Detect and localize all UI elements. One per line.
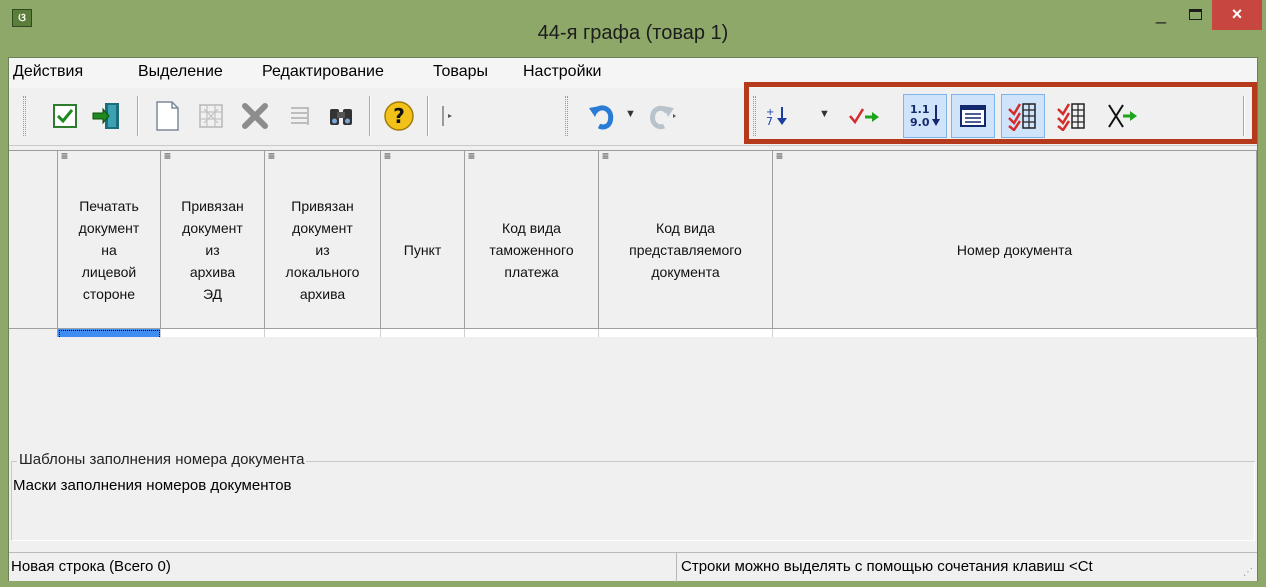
redo-button[interactable] xyxy=(641,94,681,138)
column-header-item[interactable]: ≡ Пункт xyxy=(381,149,465,329)
column-header-document-code[interactable]: ≡ Код вида представляемого документа xyxy=(599,149,773,329)
resize-grip-icon[interactable]: ⋰ xyxy=(1243,567,1255,579)
grid-button[interactable] xyxy=(191,94,231,138)
toolbar-separator xyxy=(137,96,139,136)
column-header-local-archive[interactable]: ≡ Привязан документ из локального архива xyxy=(265,149,381,329)
undo-icon xyxy=(589,105,614,130)
find-button[interactable] xyxy=(321,94,361,138)
list-button[interactable] xyxy=(279,94,319,138)
column-menu-icon[interactable]: ≡ xyxy=(776,149,783,163)
checkmark-icon xyxy=(53,104,77,128)
column-menu-icon[interactable]: ≡ xyxy=(164,149,171,163)
column-header-label: Номер документа xyxy=(956,241,1073,258)
menu-actions[interactable]: Действия xyxy=(13,63,83,81)
column-header-payment-code[interactable]: ≡ Код вида таможенного платежа xyxy=(465,149,599,329)
column-header-label: Печатать документ на лицевой стороне xyxy=(78,197,140,302)
delete-button[interactable] xyxy=(235,94,275,138)
new-document-button[interactable] xyxy=(147,94,187,138)
minimize-button[interactable]: _ xyxy=(1144,0,1178,30)
maximize-button[interactable] xyxy=(1178,0,1212,30)
column-header-label: Привязан документ из архива ЭД xyxy=(181,197,244,302)
column-menu-icon[interactable]: ≡ xyxy=(384,149,391,163)
close-button[interactable]: × xyxy=(1212,0,1262,30)
toolbar-separator xyxy=(369,96,371,136)
main-window: ଓ 44-я графа (товар 1) _ × Действия Выде… xyxy=(0,0,1266,587)
column-header-label: Пункт xyxy=(403,241,442,258)
highlight-frame xyxy=(744,82,1257,144)
column-menu-icon[interactable]: ≡ xyxy=(61,149,68,163)
templates-frame xyxy=(11,461,1255,541)
help-button[interactable]: ? xyxy=(377,94,421,138)
binoculars-icon xyxy=(330,109,352,125)
column-menu-icon[interactable]: ≡ xyxy=(468,149,475,163)
delete-x-icon xyxy=(242,103,268,129)
menu-selection[interactable]: Выделение xyxy=(138,63,223,81)
client-area: Действия Выделение Редактирование Товары… xyxy=(8,57,1258,582)
exit-door-icon xyxy=(92,103,119,129)
disabled-bar-icon xyxy=(442,106,452,126)
column-header-document-number[interactable]: ≡ Номер документа xyxy=(773,149,1257,329)
status-bar: Новая строка (Всего 0) Строки можно выде… xyxy=(9,552,1257,582)
menu-settings[interactable]: Настройки xyxy=(523,63,601,81)
templates-masks-label[interactable]: Маски заполнения номеров документов xyxy=(13,477,292,494)
column-header-label: Привязан документ из локального архива xyxy=(285,197,360,302)
toolbar-separator xyxy=(427,96,429,136)
undo-button[interactable] xyxy=(583,94,621,138)
disabled-grid-icon xyxy=(199,104,223,128)
column-menu-icon[interactable]: ≡ xyxy=(602,149,609,163)
menu-editing[interactable]: Редактирование xyxy=(262,63,384,81)
window-title: 44-я графа (товар 1) xyxy=(537,22,729,44)
title-bar[interactable]: ଓ 44-я графа (товар 1) _ × xyxy=(0,0,1266,57)
status-hint: Строки можно выделять с помощью сочетани… xyxy=(681,558,1093,575)
toolbar-grip[interactable] xyxy=(23,96,26,136)
column-menu-icon[interactable]: ≡ xyxy=(268,149,275,163)
column-header-label: Код вида представляемого документа xyxy=(629,219,742,280)
column-header-print[interactable]: ≡ Печатать документ на лицевой стороне xyxy=(58,149,161,329)
templates-title: Шаблоны заполнения номера документа xyxy=(17,451,307,468)
column-button[interactable] xyxy=(433,94,461,138)
new-document-icon xyxy=(156,101,179,131)
column-header-ed-archive[interactable]: ≡ Привязан документ из архива ЭД xyxy=(161,149,265,329)
exit-button[interactable] xyxy=(87,94,129,138)
maximize-icon xyxy=(1188,9,1202,20)
confirm-button[interactable] xyxy=(45,94,85,138)
column-header-label: Код вида таможенного платежа xyxy=(489,219,574,280)
templates-panel: Шаблоны заполнения номера документа Маск… xyxy=(9,337,1257,547)
disabled-list-icon xyxy=(291,107,309,125)
menu-goods[interactable]: Товары xyxy=(433,63,488,81)
toolbar-grip[interactable] xyxy=(565,96,568,136)
help-icon: ? xyxy=(384,101,414,131)
redo-icon xyxy=(650,105,676,130)
svg-text:?: ? xyxy=(393,104,405,128)
status-row-count: Новая строка (Всего 0) xyxy=(9,553,677,582)
row-header-corner[interactable] xyxy=(9,151,58,329)
undo-dropdown-icon[interactable]: ▼ xyxy=(625,108,636,120)
